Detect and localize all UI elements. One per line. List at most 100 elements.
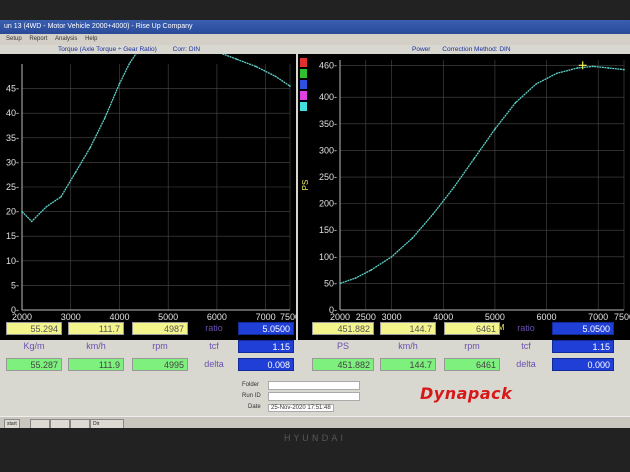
menu-bar: Setup Report Analysis Help <box>0 34 630 45</box>
delta-label: delta <box>204 359 224 369</box>
y-tick-label: 0- <box>329 305 337 315</box>
menu-analysis[interactable]: Analysis <box>55 36 77 42</box>
data-point <box>556 72 558 75</box>
folder-label: Folder <box>242 382 260 388</box>
torque-panel-header: Torque (Axle Torque ÷ Gear Ratio) Corr: … <box>58 45 200 54</box>
power-current: 451.882 <box>312 322 374 335</box>
taskbar-app-1[interactable] <box>30 419 50 428</box>
y-tick-label: 350- <box>319 119 337 129</box>
tcf-value: 1.15 <box>238 340 294 353</box>
taskbar-dir[interactable]: Dir <box>90 419 124 428</box>
torque-chart: 20003000400050006000700075000-5-10-15-20… <box>0 54 296 340</box>
data-point <box>104 117 106 119</box>
y-tick-label: 20- <box>6 207 19 217</box>
data-point <box>514 101 517 104</box>
data-point <box>390 256 393 258</box>
y-tick-label: 5- <box>11 280 19 290</box>
data-point <box>45 205 48 208</box>
start-button[interactable]: start <box>4 419 20 428</box>
data-point <box>74 171 77 174</box>
data-point <box>411 237 414 239</box>
power-correction: Correction Method: DIN <box>442 46 511 53</box>
data-point <box>339 282 341 285</box>
y-tick-label: 150- <box>319 225 337 235</box>
rpm-unit-right: rpm <box>464 341 480 351</box>
ratio-value-right: 5.0500 <box>552 322 614 335</box>
x-tick-label: 7500 <box>614 312 630 322</box>
data-point <box>30 220 33 223</box>
y-tick-label: 250- <box>319 172 337 182</box>
menu-help[interactable]: Help <box>85 36 97 42</box>
y-tick-label: 200- <box>319 199 337 209</box>
data-point <box>576 67 579 69</box>
speed-unit: km/h <box>86 341 106 351</box>
run-id-label: Run ID <box>242 393 261 399</box>
run-id-field[interactable] <box>268 392 360 401</box>
speed-peak: 111.9 <box>68 358 124 371</box>
delta-value: 0.008 <box>238 358 294 371</box>
delta-label-right: delta <box>516 359 536 369</box>
torque-title: Torque (Axle Torque ÷ Gear Ratio) <box>58 46 157 53</box>
menu-setup[interactable]: Setup <box>6 36 22 42</box>
data-point <box>494 128 496 130</box>
y-tick-label: 50- <box>324 278 337 288</box>
data-point <box>289 85 291 87</box>
legend-swatch <box>300 69 307 78</box>
speed-current: 111.7 <box>68 322 124 335</box>
screen: un 13 (4WD - Motor Vehicle 2000+4000) - … <box>0 20 630 428</box>
power-panel-header: Power Correction Method: DIN <box>412 45 511 54</box>
delta-value-right: 0.000 <box>552 358 614 371</box>
date-label: Date <box>248 404 261 410</box>
data-point <box>432 213 434 216</box>
window-titlebar: un 13 (4WD - Motor Vehicle 2000+4000) - … <box>0 20 630 34</box>
x-tick-label: 7000 <box>588 312 608 322</box>
ratio-value: 5.0500 <box>238 322 294 335</box>
data-point <box>370 269 372 271</box>
y-tick-label: 10- <box>6 256 19 266</box>
data-point <box>607 67 610 69</box>
torque-current: 55.294 <box>6 322 62 335</box>
data-point <box>452 186 455 189</box>
y-tick-label: 400- <box>319 92 337 102</box>
y-tick-label: 0- <box>11 305 19 315</box>
y-tick-label: 40- <box>6 108 19 118</box>
y-tick-label: 35- <box>6 133 19 143</box>
series-line <box>339 65 625 285</box>
folder-field[interactable] <box>268 381 360 390</box>
data-point <box>535 83 538 85</box>
x-tick-label: 6000 <box>207 312 227 322</box>
data-point <box>89 146 92 149</box>
taskbar-app-3[interactable] <box>70 419 90 428</box>
torque-peak: 55.287 <box>6 358 62 371</box>
data-point <box>623 68 625 71</box>
legend-swatch <box>300 58 307 67</box>
torque-unit: Kg/m <box>23 341 45 351</box>
power-peak: 451.882 <box>312 358 374 371</box>
y-tick-label: 100- <box>319 252 337 262</box>
rpm-current-right: 6461 <box>444 322 500 335</box>
data-point <box>235 58 238 60</box>
data-point <box>21 210 23 213</box>
monitor-brand: HYUNDAI <box>283 434 347 444</box>
menu-report[interactable]: Report <box>29 36 47 42</box>
rpm-peak-right: 6461 <box>444 358 500 371</box>
speed-peak-right: 144.7 <box>380 358 436 371</box>
x-tick-label: 7000 <box>256 312 276 322</box>
x-tick-label: 2500 <box>356 312 376 322</box>
data-point <box>255 65 257 68</box>
x-tick-label: 3000 <box>382 312 402 322</box>
window-title: un 13 (4WD - Motor Vehicle 2000+4000) - … <box>4 23 193 30</box>
x-tick-label: 6000 <box>537 312 557 322</box>
y-axis-label: PS <box>301 180 310 191</box>
y-tick-label: 45- <box>6 84 19 94</box>
dynapack-logo: Dynapack <box>420 384 513 403</box>
y-tick-label: 300- <box>319 145 337 155</box>
torque-correction: Corr: DIN <box>172 46 201 53</box>
rpm-unit: rpm <box>152 341 168 351</box>
y-tick-label: 25- <box>6 182 19 192</box>
data-point <box>60 196 62 198</box>
data-point <box>128 63 130 65</box>
taskbar-app-2[interactable] <box>50 419 70 428</box>
date-value: 25-Nov-2020 17:51:48 <box>268 404 334 412</box>
data-point <box>274 75 277 78</box>
